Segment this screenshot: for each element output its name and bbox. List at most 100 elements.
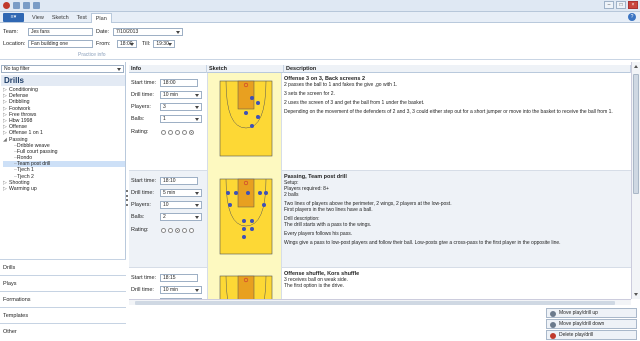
from-label: From: xyxy=(96,41,111,47)
nav-other[interactable]: Other xyxy=(0,323,126,341)
nav-templates[interactable]: Templates xyxy=(0,307,126,323)
player-marker xyxy=(250,227,254,231)
player-marker xyxy=(242,235,246,239)
close-button[interactable]: × xyxy=(628,1,638,9)
rating-radio[interactable] xyxy=(175,129,180,135)
description-paragraph: 3 receives ball on weak side. The first … xyxy=(284,277,348,289)
rating-radio[interactable] xyxy=(168,129,173,135)
rating-radio[interactable] xyxy=(168,227,173,233)
description-paragraph: Every players follows his pass. xyxy=(284,231,353,237)
player-marker xyxy=(256,101,260,105)
location-label: Location: xyxy=(3,41,26,47)
print-icon[interactable] xyxy=(33,2,40,9)
drill-label: Drill time: xyxy=(131,92,154,98)
drill-time-dropdown[interactable]: 5 min xyxy=(160,189,202,197)
player-marker xyxy=(250,219,254,223)
rating-radio[interactable] xyxy=(182,227,187,233)
column-info[interactable]: Info xyxy=(129,65,207,73)
column-description[interactable]: Description xyxy=(284,65,631,73)
balls-dropdown[interactable]: 1 xyxy=(160,115,202,123)
date-picker[interactable]: 7/10/2013 xyxy=(113,28,183,36)
tab-plan[interactable]: Plan xyxy=(90,13,112,23)
player-marker xyxy=(262,203,266,207)
nav-drills[interactable]: Drills xyxy=(0,259,126,275)
drill-time-dropdown[interactable]: 10 min xyxy=(160,286,202,294)
start-label: Start time: xyxy=(131,178,157,184)
players-label: Players: xyxy=(131,202,151,208)
practice-info-group-label: Practice info xyxy=(78,52,106,58)
save-icon[interactable] xyxy=(23,2,30,9)
player-marker xyxy=(258,191,262,195)
drill-label: Drill time: xyxy=(131,287,154,293)
table-row[interactable]: Start time: 18:10 Drill time: 5 min Players:… xyxy=(129,171,631,268)
drills-header: Drills xyxy=(1,75,125,86)
hscroll-thumb[interactable] xyxy=(135,301,615,305)
start-label: Start time: xyxy=(131,80,157,86)
minimize-button[interactable]: – xyxy=(604,1,614,9)
start-label: Start time: xyxy=(131,275,157,281)
players-dropdown[interactable]: 3 xyxy=(160,103,202,111)
column-sketch[interactable]: Sketch xyxy=(207,65,284,73)
vertical-scrollbar[interactable] xyxy=(631,62,640,299)
horizontal-scrollbar[interactable] xyxy=(129,299,631,305)
start-time-input[interactable]: 18:15 xyxy=(160,274,198,282)
move-down-icon xyxy=(550,322,556,328)
scroll-up-icon[interactable] xyxy=(634,65,638,68)
balls-label: Balls: xyxy=(131,214,145,220)
table-row[interactable]: Start time: 18:00 Drill time: 10 min Players… xyxy=(129,73,631,171)
drill-description: Offense 3 on 3, Back screens 22 passes t… xyxy=(284,76,629,118)
ribbon: ≡▾ View Sketch Test Plan ? xyxy=(0,12,640,23)
scroll-down-icon[interactable] xyxy=(634,293,638,296)
description-paragraph: Depending on the movement of the defende… xyxy=(284,109,613,115)
rating-label: Rating: xyxy=(131,227,149,233)
player-marker xyxy=(246,191,250,195)
team-input[interactable]: Jes fans xyxy=(28,28,93,36)
description-paragraph: 2 passes the ball to 1 and fakes the giv… xyxy=(284,82,398,88)
rating-radio[interactable] xyxy=(189,227,194,233)
description-paragraph: Wings give a pass to low-post players an… xyxy=(284,240,561,246)
help-icon[interactable]: ? xyxy=(628,13,636,21)
player-marker xyxy=(228,203,232,207)
players-dropdown[interactable]: 10 xyxy=(160,201,202,209)
tree-item[interactable]: ▷ Warming up xyxy=(3,186,125,192)
drills-pane: No tag filter Drills ▷ Conditioning ▷ Defen… xyxy=(0,62,126,341)
move-up-button[interactable]: Move play/drill up xyxy=(546,308,637,318)
rating-radio[interactable] xyxy=(182,129,187,135)
tab-sketch[interactable]: Sketch xyxy=(48,13,73,23)
player-marker xyxy=(256,115,260,119)
drill-tree: ▷ Conditioning ▷ Defense ▷ Dribbling ▷ Footwork… xyxy=(3,87,125,192)
table-row[interactable]: Start time:18:15Drill time:10 minPlayers… xyxy=(129,268,631,299)
drill-time-dropdown[interactable]: 10 min xyxy=(160,91,202,99)
maximize-button[interactable]: □ xyxy=(616,1,626,9)
rating-radio[interactable] xyxy=(161,227,166,233)
move-down-button[interactable]: Move play/drill down xyxy=(546,319,637,329)
paint-shape xyxy=(237,275,255,299)
delete-button[interactable]: Delete play/drill xyxy=(546,330,637,340)
scroll-thumb[interactable] xyxy=(633,74,639,194)
drill-sketch xyxy=(207,171,282,268)
balls-dropdown[interactable]: 2 xyxy=(160,213,202,221)
new-icon[interactable] xyxy=(13,2,20,9)
rating-radio[interactable] xyxy=(189,129,194,135)
tab-test[interactable]: Test xyxy=(73,13,91,23)
start-time-input[interactable]: 18:10 xyxy=(160,177,198,185)
drill-description: Passing, Team post drill Setup: Players r… xyxy=(284,174,629,249)
player-marker xyxy=(242,219,246,223)
location-input[interactable]: Fan building one xyxy=(28,40,93,48)
rating-radio[interactable] xyxy=(175,227,180,233)
nav-formations[interactable]: Formations xyxy=(0,291,126,307)
tab-view[interactable]: View xyxy=(28,13,48,23)
tag-filter-dropdown[interactable]: No tag filter xyxy=(1,65,124,73)
rating-radio[interactable] xyxy=(161,129,166,135)
player-marker xyxy=(250,124,254,128)
paint-shape xyxy=(237,80,255,110)
rating-label: Rating: xyxy=(131,129,149,135)
from-time-picker[interactable]: 18:00 xyxy=(117,40,137,48)
nav-plays[interactable]: Plays xyxy=(0,275,126,291)
start-time-input[interactable]: 18:00 xyxy=(160,79,198,87)
application-menu-button[interactable]: ≡▾ xyxy=(3,13,24,22)
till-time-picker[interactable]: 19:30 xyxy=(153,40,176,48)
drill-sketch xyxy=(207,73,282,171)
player-marker xyxy=(234,191,238,195)
delete-icon xyxy=(550,333,556,339)
